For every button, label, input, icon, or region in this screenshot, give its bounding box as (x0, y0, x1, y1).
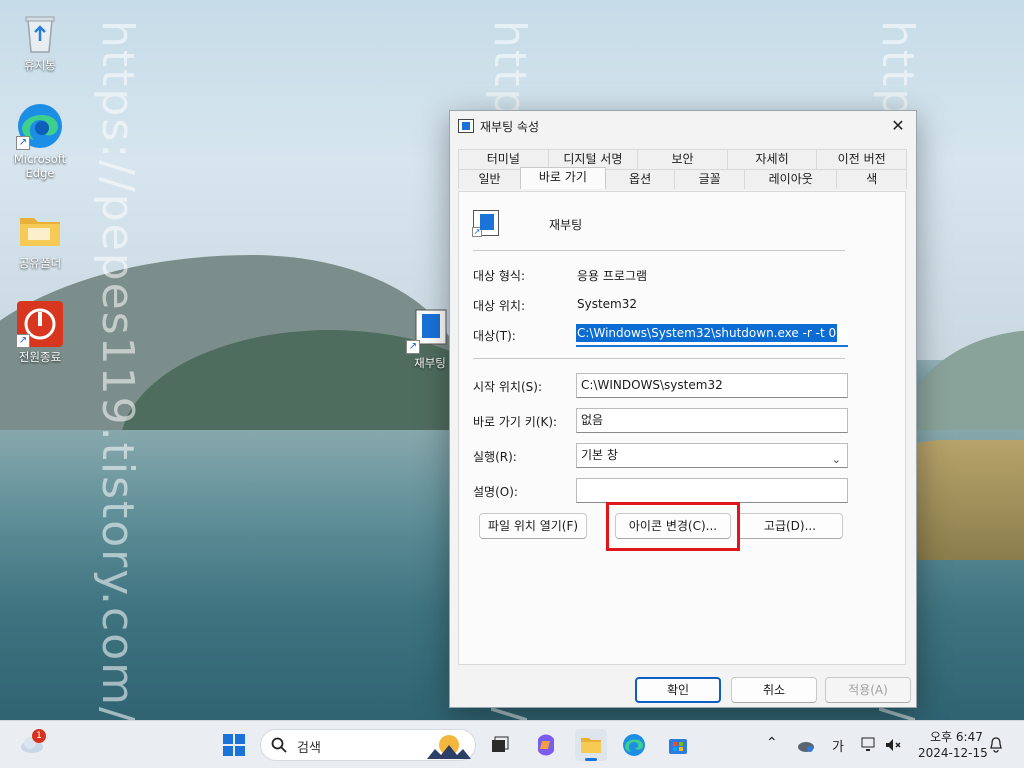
dialog-titlebar[interactable]: 재부팅 속성 ✕ (450, 111, 916, 141)
onedrive-button[interactable] (794, 729, 818, 761)
search-placeholder: 검색 (297, 741, 321, 756)
start-in-field[interactable]: C:\WINDOWS\system32 (576, 373, 848, 398)
app-window-icon: ↗ (472, 210, 499, 237)
tab-previous-versions[interactable]: 이전 버전 (816, 149, 907, 169)
network-icon (861, 737, 875, 751)
tab-row-front: 일반 바로 가기 옵션 글꼴 레이아웃 색 (458, 167, 908, 189)
tab-font[interactable]: 글꼴 (674, 169, 745, 189)
shortcut-key-field[interactable]: 없음 (576, 408, 848, 433)
divider (473, 250, 845, 251)
edge-icon: ↗ (16, 102, 64, 150)
edge-taskbar-button[interactable] (618, 729, 650, 761)
start-in-label: 시작 위치(S): (473, 380, 542, 394)
close-button[interactable]: ✕ (880, 111, 916, 141)
app-window-icon (458, 119, 474, 133)
target-location-value: System32 (577, 297, 638, 311)
run-label: 실행(R): (473, 450, 517, 464)
cancel-button[interactable]: 취소 (731, 677, 817, 703)
ok-button[interactable]: 확인 (635, 677, 721, 703)
tab-layout[interactable]: 레이아웃 (743, 169, 838, 189)
folder-icon (16, 206, 64, 254)
shortcut-key-label: 바로 가기 키(K): (473, 415, 558, 429)
tab-digital-signature[interactable]: 디지털 서명 (547, 149, 639, 169)
file-explorer-button[interactable] (575, 729, 607, 761)
properties-dialog: 재부팅 속성 ✕ 터미널 디지털 서명 보안 자세히 이전 버전 일반 바로 가… (449, 110, 917, 708)
bell-icon (990, 737, 1002, 753)
shortcut-arrow-icon: ↗ (16, 136, 30, 150)
tab-terminal[interactable]: 터미널 (458, 149, 549, 169)
tab-strip: 터미널 디지털 서명 보안 자세히 이전 버전 일반 바로 가기 옵션 글꼴 레… (458, 149, 908, 189)
tab-options[interactable]: 옵션 (604, 169, 676, 189)
target-type-value: 응용 프로그램 (577, 269, 648, 283)
tab-general[interactable]: 일반 (458, 169, 521, 189)
recycle-bin-icon (16, 8, 64, 56)
shortcut-arrow-icon: ↗ (406, 340, 420, 354)
target-label: 대상(T): (473, 329, 516, 343)
active-indicator (585, 758, 597, 761)
search-icon (271, 737, 287, 753)
tab-shortcut[interactable]: 바로 가기 (519, 167, 606, 189)
chevron-down-icon: ⌄ (831, 453, 841, 466)
tab-security[interactable]: 보안 (637, 149, 728, 169)
copilot-icon (538, 734, 554, 756)
store-icon (669, 739, 687, 754)
network-button[interactable] (858, 729, 880, 761)
ime-indicator[interactable]: 가 (832, 736, 844, 755)
run-select[interactable]: 기본 창 ⌄ (576, 443, 848, 468)
desktop-icon-recycle-bin[interactable]: 휴지통 (2, 8, 78, 72)
comment-label: 설명(O): (473, 485, 518, 499)
desktop-icon-shutdown[interactable]: ↗ 전원종료 (2, 300, 78, 364)
folder-icon (581, 738, 601, 753)
task-view-button[interactable] (484, 729, 516, 761)
volume-mute-icon (886, 739, 901, 751)
target-field-text: C:\Windows\System32\shutdown.exe -r -t 0 (576, 324, 838, 342)
taskbar: 1 검색 ⌃ 가 오후 6:47 2024-12-15 (0, 720, 1024, 768)
clock-time[interactable]: 오후 6:47 (930, 728, 983, 745)
windows-logo-icon (223, 734, 245, 756)
desktop-icon-label: 공유폴더 (18, 256, 62, 270)
power-icon: ↗ (16, 300, 64, 348)
shortcut-name: 재부팅 (549, 218, 583, 232)
weather-widget[interactable]: 1 (16, 729, 48, 761)
desktop-icon-shared-folder[interactable]: 공유폴더 (2, 206, 78, 270)
divider (473, 358, 845, 359)
notification-badge: 1 (32, 729, 46, 743)
highlight-box (606, 502, 740, 551)
task-view-icon (492, 736, 509, 752)
desktop-icon-label: 휴지통 (24, 58, 56, 72)
edge-icon (623, 734, 645, 756)
shortcut-tab-panel: ↗ 재부팅 대상 형식: 응용 프로그램 대상 위치: System32 대상(… (458, 191, 906, 665)
open-file-location-button[interactable]: 파일 위치 열기(F) (479, 513, 587, 539)
taskbar-search[interactable]: 검색 (260, 729, 476, 761)
desktop-icon-edge[interactable]: ↗ Microsoft Edge (2, 102, 78, 180)
desktop-icon-label: Microsoft Edge (13, 152, 67, 180)
shortcut-arrow-icon: ↗ (472, 227, 482, 237)
watermark-text: https://pepes119.tistory.com/ (92, 20, 143, 720)
volume-button[interactable] (882, 729, 904, 761)
clock-date[interactable]: 2024-12-15 (918, 746, 988, 760)
desktop-icon-label: 전원종료 (18, 350, 62, 364)
tab-colors[interactable]: 색 (836, 169, 908, 189)
apply-button[interactable]: 적용(A) (825, 677, 911, 703)
tab-row-back: 터미널 디지털 서명 보안 자세히 이전 버전 (458, 149, 907, 169)
search-highlight-icon (427, 735, 471, 759)
store-button[interactable] (662, 729, 694, 761)
notifications-button[interactable] (984, 729, 1008, 761)
target-type-label: 대상 형식: (473, 269, 526, 283)
cloud-icon (798, 742, 814, 752)
shortcut-arrow-icon: ↗ (16, 334, 30, 348)
target-field[interactable]: C:\Windows\System32\shutdown.exe -r -t 0 (576, 322, 848, 347)
comment-field[interactable] (576, 478, 848, 503)
start-button[interactable] (218, 729, 250, 761)
copilot-button[interactable] (530, 729, 562, 761)
target-location-label: 대상 위치: (473, 299, 526, 313)
tab-details[interactable]: 자세히 (726, 149, 818, 169)
advanced-button[interactable]: 고급(D)... (737, 513, 843, 539)
run-select-value: 기본 창 (581, 448, 618, 462)
chevron-up-icon[interactable]: ⌃ (766, 735, 778, 751)
app-window-icon: ↗ (406, 306, 454, 354)
dialog-title: 재부팅 속성 (480, 119, 540, 134)
